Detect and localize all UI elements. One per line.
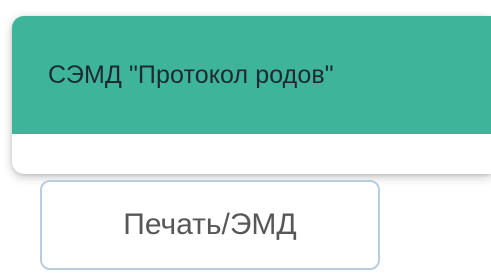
tooltip-header: СЭМД "Протокол родов" [12, 16, 491, 134]
print-emd-button-label: Печать/ЭМД [123, 208, 297, 241]
semd-tooltip: СЭМД "Протокол родов" [12, 16, 491, 174]
tooltip-title: СЭМД "Протокол родов" [48, 60, 334, 89]
print-emd-button[interactable]: Печать/ЭМД [40, 180, 380, 270]
